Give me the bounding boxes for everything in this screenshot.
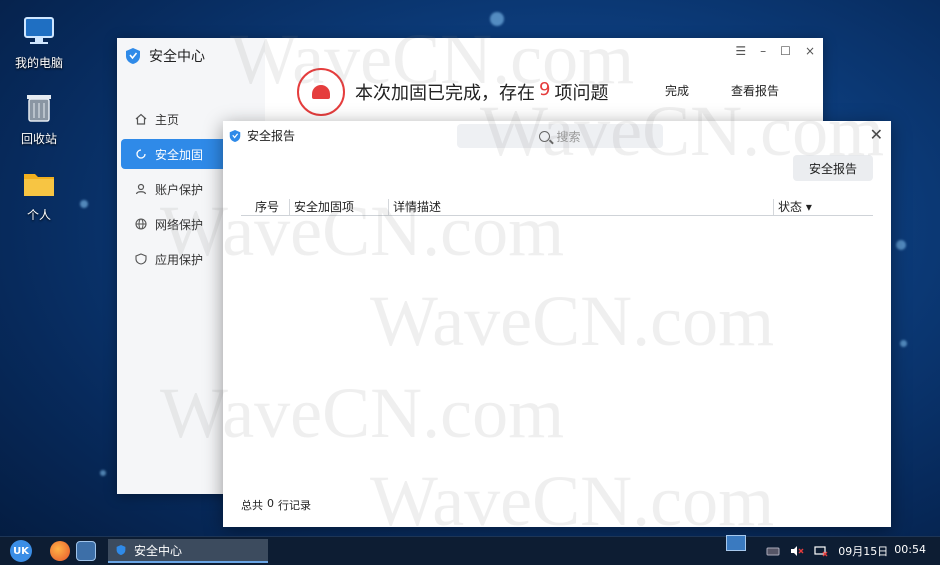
record-count-prefix: 总共 — [241, 499, 263, 512]
alarm-icon — [297, 68, 345, 116]
sidebar-item-label: 应用保护 — [155, 252, 204, 267]
desktop-preview-icon[interactable] — [726, 535, 746, 551]
window-controls: ☰ – ☐ × — [735, 44, 815, 58]
close-icon[interactable]: × — [805, 44, 815, 58]
security-center-logo-icon — [229, 129, 241, 142]
desktop-icon-personal[interactable]: 个人 — [4, 166, 74, 223]
window-title-text: 安全中心 — [149, 49, 205, 65]
minimize-icon[interactable]: – — [760, 44, 766, 58]
desktop-icon-my-computer[interactable]: 我的电脑 — [4, 14, 74, 71]
sidebar-item-label: 账户保护 — [155, 182, 204, 197]
column-header-item[interactable]: 安全加固项 — [289, 199, 354, 215]
search-placeholder: 搜索 — [556, 129, 581, 144]
globe-icon — [135, 218, 147, 230]
close-icon[interactable]: ✕ — [870, 125, 883, 144]
shield-app-icon — [135, 253, 147, 265]
clock[interactable]: 09月15日 00:54 — [838, 543, 926, 559]
file-manager-icon[interactable] — [76, 541, 96, 561]
record-count-suffix: 行记录 — [278, 499, 311, 512]
security-center-logo-icon — [116, 545, 126, 555]
table-header: 序号 安全加固项 详情描述 状态 ▾ — [241, 197, 873, 216]
security-report-dialog: 安全报告 搜索 ✕ 安全报告 序号 安全加固项 详情描述 状态 ▾ 总共 0 行… — [223, 121, 891, 527]
issue-count: 9 — [539, 79, 551, 100]
result-header: 本次加固已完成，存在 9 项问题 — [297, 68, 608, 116]
column-header-index[interactable]: 序号 — [251, 199, 279, 215]
menu-icon[interactable]: ☰ — [735, 44, 746, 58]
taskbar: UK 安全中心 09月15日 00:54 — [0, 535, 940, 565]
security-center-logo-icon — [126, 48, 140, 64]
computer-icon — [22, 14, 56, 48]
desktop-icon-recycle-bin[interactable]: 回收站 — [4, 90, 74, 147]
result-message: 本次加固已完成，存在 9 项问题 — [355, 79, 608, 105]
result-prefix: 本次加固已完成，存在 — [355, 83, 535, 104]
record-count-value: 0 — [267, 497, 274, 510]
start-menu-button[interactable]: UK — [10, 540, 32, 562]
firefox-icon[interactable] — [50, 541, 70, 561]
sidebar-item-label: 网络保护 — [155, 217, 204, 232]
desktop-icon-label: 回收站 — [20, 132, 57, 146]
maximize-icon[interactable]: ☐ — [780, 44, 791, 58]
column-header-status[interactable]: 状态 ▾ — [773, 199, 812, 215]
sidebar-item-label: 主页 — [155, 112, 180, 127]
search-icon — [539, 130, 551, 142]
clock-time: 00:54 — [894, 543, 926, 556]
network-disconnected-icon[interactable] — [814, 545, 828, 557]
dialog-title-text: 安全报告 — [247, 129, 296, 143]
window-title: 安全中心 — [125, 46, 205, 66]
column-header-detail[interactable]: 详情描述 — [388, 199, 441, 215]
home-icon — [135, 113, 147, 125]
volume-muted-icon[interactable] — [790, 545, 804, 557]
taskbar-item-security-center[interactable]: 安全中心 — [108, 539, 268, 563]
folder-icon — [22, 166, 56, 200]
keyboard-icon[interactable] — [766, 545, 780, 557]
desktop-icon-label: 我的电脑 — [14, 56, 63, 70]
dialog-title: 安全报告 — [229, 127, 295, 144]
view-report-button[interactable]: 查看报告 — [731, 82, 779, 99]
user-icon — [135, 183, 147, 195]
desktop-icon-label: 个人 — [26, 208, 51, 222]
record-count: 总共 0 行记录 — [241, 497, 311, 513]
clock-date: 09月15日 — [838, 545, 889, 558]
recycle-bin-icon — [22, 90, 56, 124]
security-report-button[interactable]: 安全报告 — [793, 155, 873, 181]
system-tray: 09月15日 00:54 — [766, 543, 926, 559]
done-button[interactable]: 完成 — [665, 82, 689, 99]
sidebar-item-label: 安全加固 — [155, 147, 204, 162]
taskbar-item-label: 安全中心 — [134, 543, 183, 558]
reinforce-icon — [136, 149, 146, 159]
result-suffix: 项问题 — [554, 83, 609, 104]
search-input[interactable]: 搜索 — [457, 124, 663, 148]
